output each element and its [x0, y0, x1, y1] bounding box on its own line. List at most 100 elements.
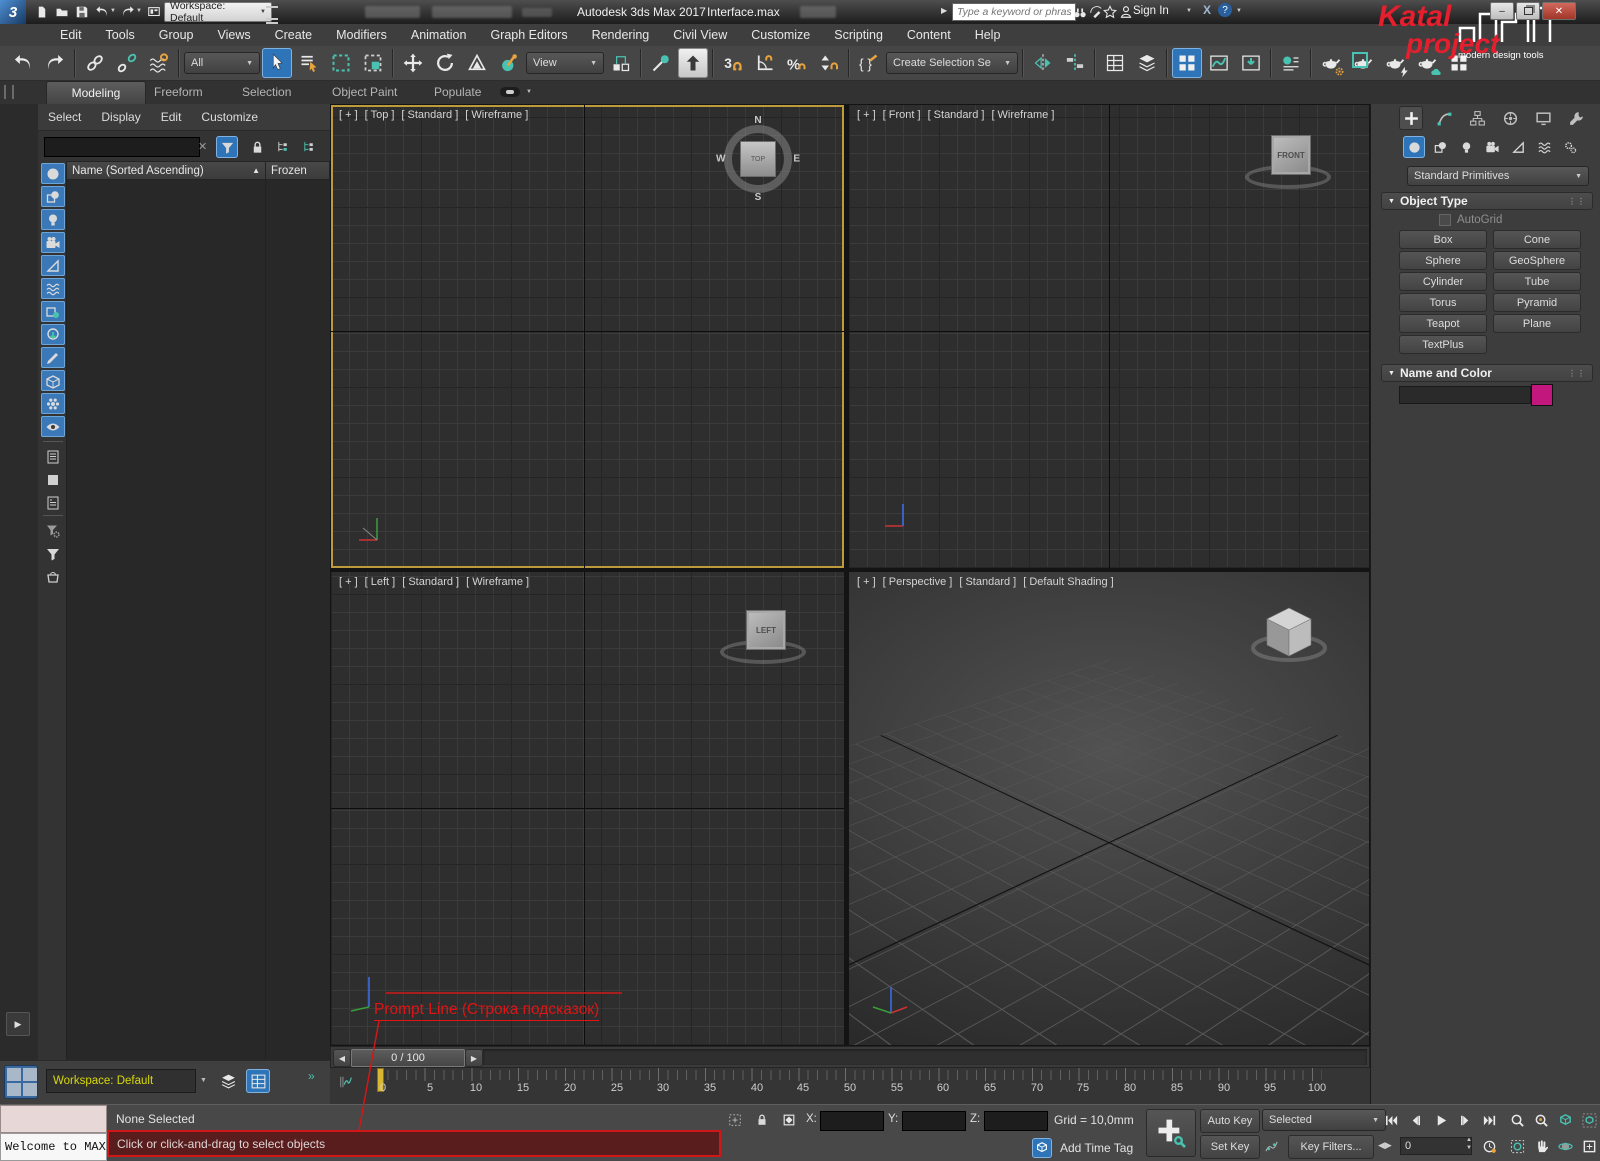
- menu-modifiers[interactable]: Modifiers: [324, 24, 399, 46]
- display-children-toggle[interactable]: [41, 446, 65, 467]
- category-helpers[interactable]: [1507, 136, 1529, 158]
- menu-tools[interactable]: Tools: [94, 24, 147, 46]
- select-and-scale-button[interactable]: [462, 48, 492, 78]
- ribbon-tab-selection[interactable]: Selection: [228, 81, 305, 103]
- y-coord-field[interactable]: [902, 1111, 966, 1131]
- unlink-selection-button[interactable]: [112, 48, 142, 78]
- help-caret-icon[interactable]: ▼: [1236, 8, 1242, 14]
- tab-utilities[interactable]: [1564, 106, 1588, 130]
- undo-button[interactable]: [92, 2, 112, 22]
- selection-filter-dropdown[interactable]: All ▼: [184, 52, 260, 74]
- open-file-button[interactable]: [52, 2, 72, 22]
- time-slider-handle[interactable]: 0 / 100: [351, 1049, 465, 1067]
- sign-in-link[interactable]: Sign In: [1133, 5, 1169, 17]
- layer-manager-button[interactable]: [216, 1069, 240, 1093]
- keyword-search-input[interactable]: [952, 3, 1076, 21]
- filter-hidden-objects-toggle[interactable]: [41, 416, 65, 437]
- edit-named-selection-sets-button[interactable]: [854, 48, 884, 78]
- column-header-name[interactable]: Name (Sorted Ascending) ▲: [66, 161, 266, 180]
- add-time-tag-icon[interactable]: [1032, 1138, 1052, 1158]
- category-cameras[interactable]: [1481, 136, 1503, 158]
- key-filters-button[interactable]: Key Filters...: [1288, 1135, 1374, 1159]
- tab-display[interactable]: [1531, 106, 1555, 130]
- viewport-front[interactable]: [ + ] [ Front ] [ Standard ] [ Wireframe…: [849, 105, 1369, 568]
- primitive-button-cone[interactable]: Cone: [1493, 230, 1581, 249]
- explorer-menu-edit[interactable]: Edit: [151, 110, 192, 124]
- primitive-button-torus[interactable]: Torus: [1399, 293, 1487, 312]
- viewport-top[interactable]: [ + ] [ Top ] [ Standard ] [ Wireframe ]…: [331, 105, 844, 568]
- primitive-button-teapot[interactable]: Teapot: [1399, 314, 1487, 333]
- compass-east[interactable]: E: [793, 154, 800, 165]
- x-coord-field[interactable]: [820, 1111, 884, 1131]
- filter-bones-toggle[interactable]: [41, 347, 65, 368]
- curve-editor-button[interactable]: [1204, 48, 1234, 78]
- collection-button[interactable]: [41, 566, 65, 587]
- viewport-menu-general[interactable]: [ + ]: [857, 109, 876, 121]
- selection-lock-toggle[interactable]: [752, 1110, 772, 1130]
- sign-in-caret-icon[interactable]: ▼: [1186, 8, 1192, 14]
- tab-create[interactable]: [1399, 106, 1423, 130]
- bind-to-space-warp-button[interactable]: [144, 48, 174, 78]
- primitive-button-plane[interactable]: Plane: [1493, 314, 1581, 333]
- new-file-button[interactable]: [32, 2, 52, 22]
- explorer-menu-select[interactable]: Select: [38, 110, 91, 124]
- minimize-button[interactable]: –: [1490, 2, 1514, 20]
- workspace-selector-dropdown[interactable]: Workspace: Default: [46, 1069, 196, 1093]
- viewport-menu-general[interactable]: [ + ]: [857, 576, 876, 588]
- maxscript-mini-listener-pink[interactable]: [0, 1105, 107, 1133]
- selected-key-set-dropdown[interactable]: Selected ▼: [1262, 1109, 1386, 1131]
- viewport-left[interactable]: [ + ] [ Left ] [ Standard ] [ Wireframe …: [331, 572, 844, 1045]
- set-keys-big-button[interactable]: [1146, 1109, 1196, 1157]
- primitive-button-box[interactable]: Box: [1399, 230, 1487, 249]
- object-name-field[interactable]: [1399, 386, 1531, 404]
- filter-groups-toggle[interactable]: [41, 301, 65, 322]
- align-button[interactable]: [1060, 48, 1090, 78]
- explorer-search-input[interactable]: [44, 137, 200, 157]
- select-and-manipulate-button[interactable]: [646, 48, 676, 78]
- current-frame-field[interactable]: [1400, 1137, 1472, 1155]
- viewcube-top-face[interactable]: TOP: [740, 141, 776, 177]
- angle-snap-toggle[interactable]: [750, 48, 780, 78]
- explorer-sort-view-button[interactable]: [298, 136, 320, 158]
- menu-scripting[interactable]: Scripting: [822, 24, 895, 46]
- viewport-menu-pov[interactable]: [ Front ]: [883, 109, 921, 121]
- menu-content[interactable]: Content: [895, 24, 963, 46]
- viewport-menu-shading[interactable]: [ Wireframe ]: [465, 109, 528, 121]
- menu-help[interactable]: Help: [963, 24, 1013, 46]
- menu-civil-view[interactable]: Civil View: [661, 24, 739, 46]
- filter-geometry-toggle[interactable]: [41, 163, 65, 184]
- menu-customize[interactable]: Customize: [739, 24, 822, 46]
- compass-west[interactable]: W: [716, 154, 725, 165]
- viewcube[interactable]: FRONT: [1271, 135, 1311, 175]
- menu-group[interactable]: Group: [147, 24, 206, 46]
- toggle-layer-explorer-button[interactable]: [1132, 48, 1162, 78]
- expand-panel-button[interactable]: ▶: [6, 1012, 30, 1036]
- select-and-place-button[interactable]: [494, 48, 524, 78]
- isolate-selection-toggle[interactable]: [725, 1110, 745, 1130]
- tab-hierarchy[interactable]: [1465, 106, 1489, 130]
- display-influences-toggle[interactable]: [41, 469, 65, 490]
- compass-south[interactable]: S: [755, 192, 762, 203]
- menu-edit[interactable]: Edit: [48, 24, 94, 46]
- viewport-menu-general[interactable]: [ + ]: [339, 109, 358, 121]
- autogrid-checkbox-row[interactable]: AutoGrid: [1439, 214, 1502, 226]
- explorer-lock-icon[interactable]: [246, 136, 268, 158]
- ribbon-tab-populate[interactable]: Populate: [420, 81, 495, 103]
- category-lights[interactable]: [1455, 136, 1477, 158]
- close-button[interactable]: ✕: [1542, 2, 1576, 20]
- rollout-name-and-color[interactable]: ▼ Name and Color ⋮⋮: [1381, 364, 1593, 382]
- search-expand-icon[interactable]: ▶: [941, 6, 947, 15]
- viewport-menu-renderer[interactable]: [ Standard ]: [402, 576, 459, 588]
- next-frame-button[interactable]: [1454, 1109, 1476, 1131]
- filter-containers-toggle[interactable]: [41, 370, 65, 391]
- keyboard-shortcut-override-toggle[interactable]: [678, 48, 708, 78]
- filter-spacewarps-toggle[interactable]: [41, 278, 65, 299]
- time-slider-prev-button[interactable]: ◀: [333, 1049, 351, 1067]
- explorer-menu-customize[interactable]: Customize: [191, 110, 268, 124]
- viewcube-3d[interactable]: [1249, 600, 1329, 676]
- tab-motion[interactable]: [1498, 106, 1522, 130]
- primitive-button-sphere[interactable]: Sphere: [1399, 251, 1487, 270]
- menu-graph-editors[interactable]: Graph Editors: [478, 24, 579, 46]
- viewport-menu-renderer[interactable]: [ Standard ]: [928, 109, 985, 121]
- viewport-layout-tabs-button[interactable]: [4, 1065, 38, 1099]
